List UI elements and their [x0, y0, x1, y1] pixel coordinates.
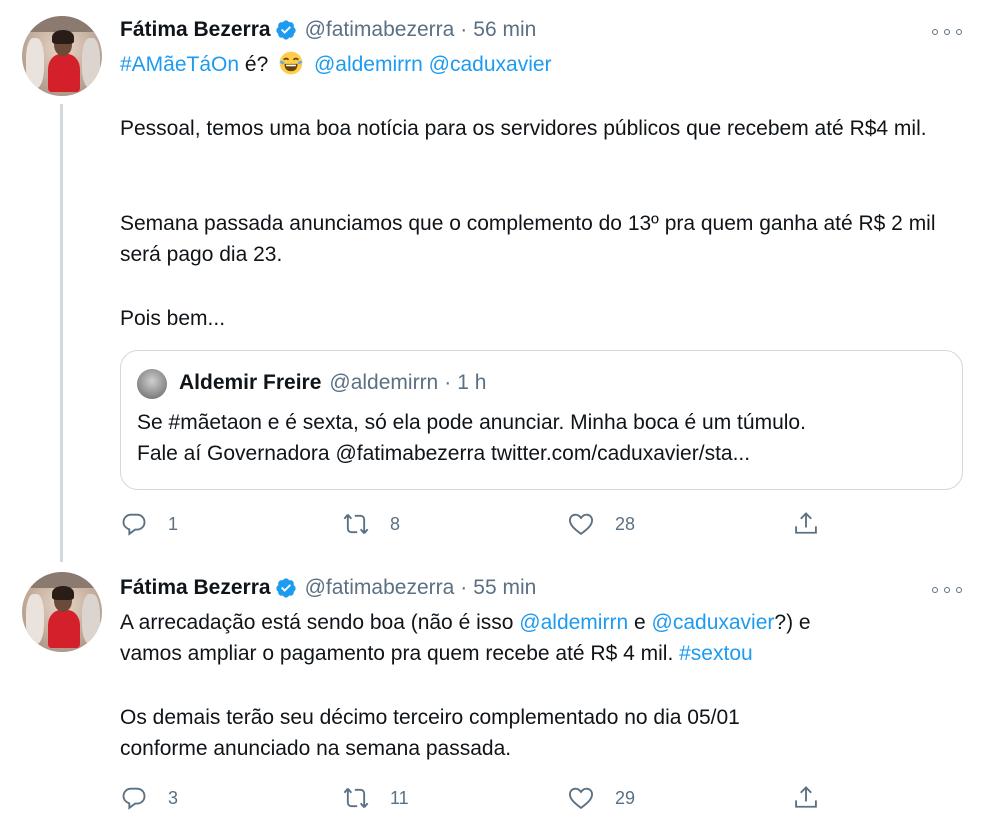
author-handle[interactable]: @fatimabezerra: [305, 576, 455, 600]
author-name[interactable]: Fátima Bezerra: [120, 18, 271, 42]
share-button[interactable]: [792, 507, 820, 541]
like-button[interactable]: 29: [567, 781, 635, 815]
tweet-paragraph: Semana passada anunciamos que o compleme…: [120, 212, 936, 266]
retweet-button[interactable]: 8: [342, 507, 400, 541]
retweet-icon: [343, 788, 369, 808]
like-icon: [568, 787, 594, 810]
tweet-line-2: vamos ampliar o pagamento pra quem receb…: [120, 638, 965, 669]
header-separator: ·: [460, 576, 468, 599]
tweet-paragraph: Pois bem...: [120, 307, 226, 330]
laughing-crying-emoji: [279, 51, 303, 75]
reply-count: 1: [168, 513, 179, 534]
like-button[interactable]: 28: [567, 507, 635, 541]
tweet-header: Fátima Bezerra @fatimabezerra · 56 min: [120, 15, 536, 45]
mention-link[interactable]: @caduxavier: [429, 53, 552, 76]
author-avatar[interactable]: [22, 572, 102, 652]
reply-icon: [122, 513, 146, 536]
retweet-button[interactable]: 11: [342, 781, 409, 815]
quoted-author-name: Aldemir Freire: [179, 371, 322, 394]
like-icon: [568, 513, 594, 536]
quoted-text-line: Se #mãetaon e é sexta, só ela pode anunc…: [137, 411, 806, 434]
hashtag-link[interactable]: #AMãeTáOn: [120, 53, 239, 76]
tweet-header: Fátima Bezerra @fatimabezerra · 55 min: [120, 573, 536, 603]
tweet[interactable]: Fátima Bezerra @fatimabezerra · 55 min A…: [0, 560, 984, 827]
reply-icon: [122, 787, 146, 810]
header-separator: ·: [444, 371, 452, 394]
author-avatar[interactable]: [22, 16, 102, 96]
like-count: 29: [615, 787, 636, 808]
tweet-text-line: Os demais terão seu décimo terceiro comp…: [120, 706, 740, 729]
more-options-icon[interactable]: [932, 24, 962, 40]
share-button[interactable]: [792, 781, 820, 815]
quoted-author-handle: @aldemirrn: [329, 371, 439, 394]
reply-count: 3: [168, 787, 179, 808]
quoted-text-line: Fale aí Governadora @fatimabezerra twitt…: [137, 442, 751, 465]
thread-connector-line: [60, 104, 63, 562]
share-icon: [795, 512, 817, 534]
tweet-timestamp[interactable]: 55 min: [473, 576, 536, 600]
tweet-paragraph: Pessoal, temos uma boa notícia para os s…: [120, 117, 927, 140]
tweet-text-fragment: ?) e: [774, 611, 811, 634]
tweet-actions: 3 11 29: [120, 781, 950, 815]
author-handle[interactable]: @fatimabezerra: [305, 18, 455, 42]
tweet-line-1: #AMãeTáOn é? @aldemirrn @caduxavier: [120, 49, 965, 80]
tweet-text-fragment: vamos ampliar o pagamento pra quem receb…: [120, 642, 674, 665]
retweet-count: 8: [390, 513, 401, 534]
author-name[interactable]: Fátima Bezerra: [120, 576, 271, 600]
tweet-text-fragment: A arrecadação está sendo boa (não é isso: [120, 611, 514, 634]
mention-link[interactable]: @caduxavier: [652, 611, 775, 634]
share-icon: [795, 786, 817, 808]
hashtag-link[interactable]: #sextou: [679, 642, 753, 665]
tweet[interactable]: Fátima Bezerra @fatimabezerra · 56 min #…: [0, 0, 984, 562]
tweet-text-fragment: e: [633, 611, 646, 634]
header-separator: ·: [460, 18, 468, 41]
verified-badge-icon: [275, 578, 296, 598]
mention-link[interactable]: @aldemirrn: [314, 53, 423, 76]
quoted-tweet-timestamp: 1 h: [457, 371, 487, 394]
quoted-author-avatar: [137, 369, 167, 399]
quoted-tweet-text: Se #mãetaon e é sexta, só ela pode anunc…: [137, 407, 947, 469]
more-options-icon[interactable]: [932, 582, 962, 598]
tweet-line-1: A arrecadação está sendo boa (não é isso…: [120, 607, 965, 638]
tweet-actions: 1 8 28: [120, 507, 950, 541]
reply-button[interactable]: 3: [120, 781, 178, 815]
tweet-text-line: conforme anunciado na semana passada.: [120, 737, 512, 760]
retweet-count: 11: [390, 787, 409, 808]
verified-badge-icon: [275, 20, 296, 40]
tweet-text-fragment: é?: [244, 53, 269, 76]
quoted-tweet-card[interactable]: Aldemir Freire @aldemirrn · 1 h Se #mãet…: [120, 350, 963, 490]
tweet-timestamp[interactable]: 56 min: [473, 18, 536, 42]
tweet-paragraph: Os demais terão seu décimo terceiro comp…: [120, 702, 965, 764]
mention-link[interactable]: @aldemirrn: [519, 611, 628, 634]
reply-button[interactable]: 1: [120, 507, 178, 541]
like-count: 28: [615, 513, 636, 534]
retweet-icon: [343, 514, 369, 534]
quoted-tweet-header: Aldemir Freire @aldemirrn · 1 h: [179, 371, 486, 395]
